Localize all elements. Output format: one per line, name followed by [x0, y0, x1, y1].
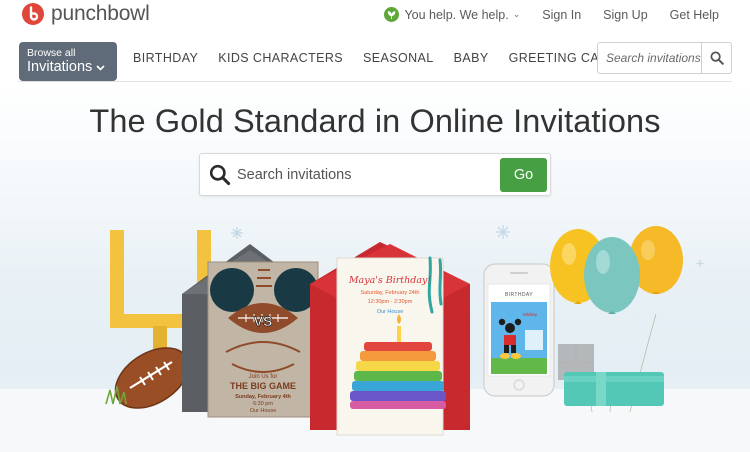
svg-text:Mickey: Mickey	[523, 312, 538, 317]
browse-top-label: Browse all	[27, 47, 76, 59]
category-nav: Browse all Invitations BIRTHDAY KIDS CHA…	[0, 35, 750, 82]
phone-illustration: Mickey	[483, 263, 555, 397]
you-help-we-help-menu[interactable]: You help. We help. ⌄	[384, 7, 520, 22]
chevron-down-icon: ⌄	[512, 9, 521, 19]
browse-bottom-row: Invitations	[27, 59, 117, 76]
nav-baby[interactable]: BABY	[454, 51, 489, 65]
search-icon	[710, 51, 724, 65]
chevron-down-icon	[96, 64, 105, 71]
punchbowl-logo[interactable]: punchbowl	[22, 3, 150, 25]
hero-headline: The Gold Standard in Online Invitations	[89, 103, 661, 139]
sign-in-link[interactable]: Sign In	[542, 8, 581, 22]
hero-search-input[interactable]	[237, 155, 495, 194]
category-links: BIRTHDAY KIDS CHARACTERS SEASONAL BABY G…	[133, 51, 647, 65]
game-card-vs: VS	[254, 313, 273, 329]
nav-search-button[interactable]	[702, 43, 731, 73]
browse-bottom-label: Invitations	[27, 59, 93, 75]
game-card-join: Join Us for	[249, 374, 278, 380]
nav-search-input[interactable]	[598, 43, 701, 73]
hero-section: Mickey VS Join Us for THE BIG GAME Sunda…	[0, 82, 750, 452]
sign-up-link[interactable]: Sign Up	[603, 8, 647, 22]
gift-boxes-illustration	[558, 344, 664, 406]
nav-kids-characters[interactable]: KIDS CHARACTERS	[218, 51, 343, 65]
punchbowl-logo-icon	[22, 3, 44, 25]
hero-search-box: Go	[199, 153, 551, 196]
top-links: You help. We help. ⌄ Sign In Sign Up Get…	[384, 7, 719, 22]
game-card-place: Our House	[250, 408, 277, 414]
go-button[interactable]: Go	[500, 158, 547, 192]
game-card-title: THE BIG GAME	[230, 381, 296, 391]
birthday-card-date: Saturday, February 24th	[361, 290, 420, 296]
top-bar: punchbowl You help. We help. ⌄ Sign In S…	[0, 0, 750, 30]
help-label: You help. We help.	[404, 7, 509, 22]
nav-search-box	[597, 42, 732, 74]
birthday-card-time: 12:30pm - 2:30pm	[368, 299, 413, 305]
phone-screen-header: BIRTHDAY	[505, 292, 533, 298]
get-help-link[interactable]: Get Help	[670, 8, 719, 22]
birthday-card-title: Maya's Birthday!	[348, 275, 432, 286]
game-card-date: Sunday, February 4th	[235, 394, 291, 400]
browse-invitations-button[interactable]: Browse all Invitations	[19, 42, 117, 81]
birthday-card-place: Our House	[377, 309, 404, 315]
brand-name: punchbowl	[51, 2, 150, 25]
birthday-invitation-card	[310, 242, 470, 436]
nav-seasonal[interactable]: SEASONAL	[363, 51, 434, 65]
leaf-icon	[384, 7, 400, 22]
nav-birthday[interactable]: BIRTHDAY	[133, 51, 198, 65]
search-icon	[209, 164, 231, 186]
game-card-time: 6:30 pm	[253, 401, 273, 407]
